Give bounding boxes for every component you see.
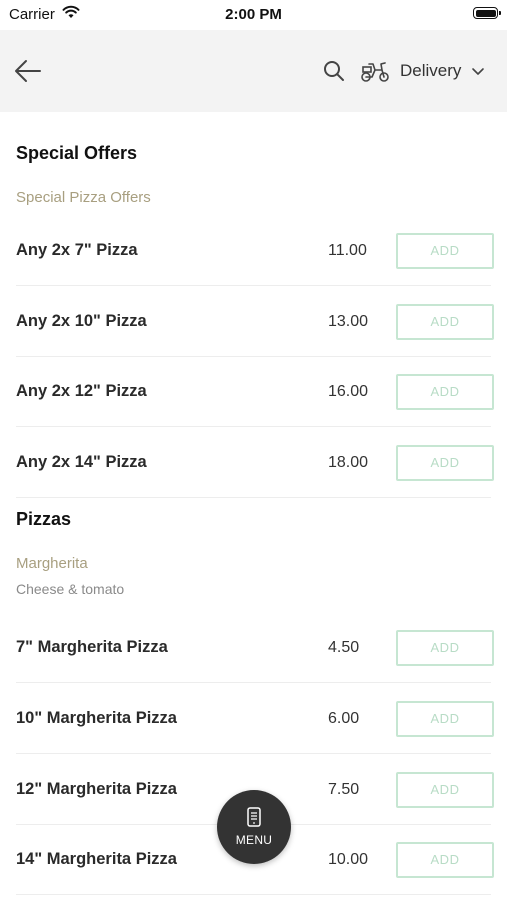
delivery-selector[interactable]: Delivery xyxy=(360,52,485,90)
category-title-special-pizza-offers: Special Pizza Offers xyxy=(16,189,151,206)
chevron-down-icon xyxy=(472,68,485,75)
battery-icon xyxy=(473,7,501,19)
add-button[interactable]: ADD xyxy=(396,842,494,878)
section-title-special-offers: Special Offers xyxy=(16,143,138,163)
item-price: 18.00 xyxy=(328,454,369,471)
item-price: 4.50 xyxy=(328,639,360,656)
menu-item-row: Any 2x 12" Pizza 16.00 ADD xyxy=(0,356,507,427)
item-price: 13.00 xyxy=(328,313,369,330)
item-name: Any 2x 7" Pizza xyxy=(16,241,138,259)
add-button[interactable]: ADD xyxy=(396,233,494,269)
item-name: Any 2x 10" Pizza xyxy=(16,312,147,330)
phone-menu-icon xyxy=(247,807,261,827)
status-time: 2:00 PM xyxy=(225,6,282,23)
category-description: Cheese & tomato xyxy=(16,581,125,597)
menu-button-label: MENU xyxy=(235,833,273,847)
menu-button[interactable]: MENU xyxy=(217,790,291,864)
menu-item-row: 7" Margherita Pizza 4.50 ADD xyxy=(0,612,507,683)
section-title-pizzas: Pizzas xyxy=(16,509,72,529)
item-price: 10.00 xyxy=(328,851,369,868)
nav-bar: Delivery xyxy=(0,30,507,112)
row-divider xyxy=(16,497,491,498)
add-button[interactable]: ADD xyxy=(396,701,494,737)
search-icon[interactable] xyxy=(322,59,346,83)
item-name: 12" Margherita Pizza xyxy=(16,780,177,798)
item-price: 6.00 xyxy=(328,710,360,727)
item-price: 11.00 xyxy=(328,242,367,259)
add-button[interactable]: ADD xyxy=(396,374,494,410)
item-name: 14" Margherita Pizza xyxy=(16,850,177,868)
item-price: 16.00 xyxy=(328,383,369,400)
item-name: Any 2x 12" Pizza xyxy=(16,382,147,400)
scooter-icon xyxy=(361,62,389,82)
status-bar: Carrier 2:00 PM xyxy=(0,0,507,30)
add-button[interactable]: ADD xyxy=(396,304,494,340)
menu-item-row: Any 2x 10" Pizza 13.00 ADD xyxy=(0,286,507,357)
row-divider xyxy=(16,894,491,895)
item-price: 7.50 xyxy=(328,781,360,798)
menu-item-row: 10" Margherita Pizza 6.00 ADD xyxy=(0,683,507,754)
item-name: Any 2x 14" Pizza xyxy=(16,453,147,471)
delivery-label: Delivery xyxy=(400,61,462,80)
menu-item-row: Any 2x 14" Pizza 18.00 ADD xyxy=(0,427,507,498)
add-button[interactable]: ADD xyxy=(396,772,494,808)
item-name: 7" Margherita Pizza xyxy=(16,638,168,656)
category-title-margherita: Margherita xyxy=(16,555,88,572)
add-button[interactable]: ADD xyxy=(396,630,494,666)
back-arrow-icon[interactable] xyxy=(12,55,44,87)
menu-item-row: Any 2x 7" Pizza 11.00 ADD xyxy=(0,215,507,286)
item-name: 10" Margherita Pizza xyxy=(16,709,177,727)
add-button[interactable]: ADD xyxy=(396,445,494,481)
